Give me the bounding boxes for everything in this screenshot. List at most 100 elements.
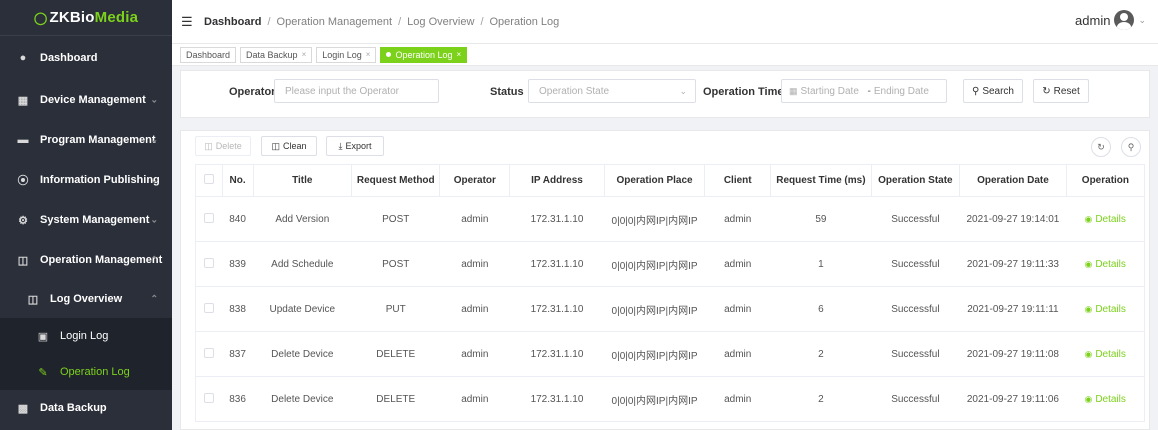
cell-request-time: 1 [770, 241, 872, 287]
details-link[interactable]: ◉ Details [1084, 304, 1125, 315]
refresh-icon: ↻ [1097, 141, 1105, 152]
sidebar-item-operation-log[interactable]: ✎ Operation Log [0, 354, 172, 390]
cell-date: 2021-09-27 19:11:11 [959, 286, 1067, 332]
details-label: Details [1095, 303, 1126, 315]
breadcrumb-dashboard[interactable]: Dashboard [204, 16, 261, 28]
sidebar-item-label: Operation Management [40, 254, 163, 266]
row-select-cell[interactable] [195, 196, 223, 242]
breadcrumb-separator: / [480, 16, 484, 28]
sidebar-item-program-management[interactable]: ▬ Program Management ⌄ [0, 120, 172, 160]
cell-state: Successful [871, 376, 960, 422]
row-checkbox[interactable] [204, 257, 215, 268]
tab-login-log[interactable]: Login Log × [316, 46, 377, 63]
row-select-cell[interactable] [195, 286, 223, 332]
user-menu[interactable]: admin ⌄ [1075, 10, 1146, 30]
row-select-cell[interactable] [195, 376, 223, 422]
column-header-request-method: Request Method [351, 164, 441, 197]
details-label: Details [1095, 393, 1126, 405]
sidebar-item-dashboard[interactable]: ● Dashboard [0, 36, 172, 80]
clean-button[interactable]: ◫ Clean [261, 136, 317, 156]
cell-ip: 172.31.1.10 [509, 196, 605, 242]
gear-icon: ⚙ [18, 214, 28, 227]
download-icon: ⤓ [338, 140, 343, 151]
sidebar-item-log-overview[interactable]: ◫ Log Overview ⌃ [0, 280, 172, 318]
calendar-icon: ▦ [789, 85, 798, 96]
sidebar-item-operation-management[interactable]: ◫ Operation Management ⌃ [0, 240, 172, 280]
column-header-operation-date: Operation Date [959, 164, 1067, 197]
row-select-cell[interactable] [195, 331, 223, 377]
column-header-title: Title [252, 164, 353, 197]
cell-operator: admin [439, 286, 510, 332]
column-header-ip-address: IP Address [509, 164, 605, 197]
row-checkbox[interactable] [204, 347, 215, 358]
tab-data-backup[interactable]: Data Backup × [240, 46, 313, 63]
column-header-operation: Operation [1065, 164, 1146, 197]
sidebar-item-label: Dashboard [40, 52, 98, 64]
cell-method: DELETE [351, 376, 440, 422]
table-row: 837 Delete Device DELETE admin 172.31.1.… [195, 331, 1146, 377]
select-all-checkbox[interactable] [203, 174, 214, 184]
close-icon[interactable]: × [366, 50, 371, 59]
backup-icon: ▩ [17, 402, 29, 415]
cell-method: PUT [351, 286, 440, 332]
tab-operation-log[interactable]: Operation Log × [380, 46, 468, 63]
details-link[interactable]: ◉ Details [1084, 394, 1125, 405]
menu-toggle-icon[interactable]: ☰ [181, 14, 193, 30]
delete-button[interactable]: ◫ Delete [195, 136, 251, 156]
refresh-button[interactable]: ↻ [1091, 137, 1111, 157]
sidebar-item-information-publishing[interactable]: ⦿ Information Publishing ⌄ [0, 160, 172, 200]
close-icon[interactable]: × [302, 50, 307, 59]
close-icon[interactable]: × [457, 50, 462, 59]
monitor-icon: ◫ [17, 254, 29, 267]
chevron-down-icon: ⌄ [150, 134, 158, 145]
clean-label: Clean [283, 141, 307, 151]
status-label: Status [490, 86, 524, 98]
sidebar-item-data-backup[interactable]: ▩ Data Backup [0, 390, 172, 426]
table-row: 839 Add Schedule POST admin 172.31.1.10 … [195, 241, 1146, 287]
eye-icon: ◉ [1084, 258, 1093, 269]
cell-no: 838 [222, 286, 253, 332]
details-link[interactable]: ◉ Details [1084, 214, 1125, 225]
row-select-cell[interactable] [195, 241, 223, 287]
folder-icon: ▬ [17, 134, 29, 146]
table-row: 840 Add Version POST admin 172.31.1.10 0… [195, 196, 1146, 242]
details-link[interactable]: ◉ Details [1084, 259, 1125, 270]
search-toggle-button[interactable]: ⚲ [1121, 137, 1141, 157]
search-button[interactable]: ⚲ Search [963, 79, 1023, 103]
tab-label: Data Backup [246, 49, 298, 60]
row-checkbox[interactable] [204, 302, 215, 313]
row-checkbox[interactable] [204, 212, 215, 223]
details-label: Details [1095, 258, 1126, 270]
sidebar-item-label: Program Management [40, 134, 156, 146]
reset-button[interactable]: ↻ Reset [1033, 79, 1089, 103]
sidebar-item-system-management[interactable]: ⚙ System Management ⌄ [0, 200, 172, 240]
range-separator: - [867, 85, 871, 97]
search-icon: ⚲ [1127, 141, 1135, 152]
status-select[interactable]: Operation State ⌄ [528, 79, 696, 103]
row-checkbox[interactable] [204, 392, 215, 403]
chevron-up-icon: ⌃ [150, 254, 158, 265]
column-header-no: No. [221, 164, 254, 197]
sidebar-item-device-management[interactable]: ▦ Device Management ⌄ [0, 80, 172, 120]
active-dot-icon [386, 52, 392, 57]
cell-no: 836 [222, 376, 253, 422]
tab-label: Dashboard [186, 49, 231, 60]
select-all-header[interactable] [195, 164, 223, 197]
sidebar: ◯ ZKBioMedia ● Dashboard ▦ Device Managem… [0, 0, 172, 430]
delete-label: Delete [215, 141, 242, 151]
device-icon: ▦ [17, 94, 29, 107]
cell-no: 839 [222, 241, 253, 287]
chevron-down-icon: ⌄ [150, 214, 158, 225]
operator-input[interactable]: Please input the Operator [274, 79, 439, 103]
cell-operation: ◉ Details [1066, 286, 1146, 332]
cell-operation: ◉ Details [1066, 331, 1146, 377]
sidebar-item-label: Device Management [40, 94, 146, 106]
cell-state: Successful [871, 286, 960, 332]
brand-logo: ◯ ZKBioMedia [34, 9, 138, 26]
tab-dashboard[interactable]: Dashboard [180, 46, 237, 63]
date-range-picker[interactable]: ▦ Starting Date - Ending Date [781, 79, 947, 103]
cell-no: 840 [222, 196, 253, 242]
sidebar-item-login-log[interactable]: ▣ Login Log [0, 318, 172, 354]
export-button[interactable]: ⤓ Export [326, 136, 384, 156]
details-link[interactable]: ◉ Details [1084, 349, 1125, 360]
